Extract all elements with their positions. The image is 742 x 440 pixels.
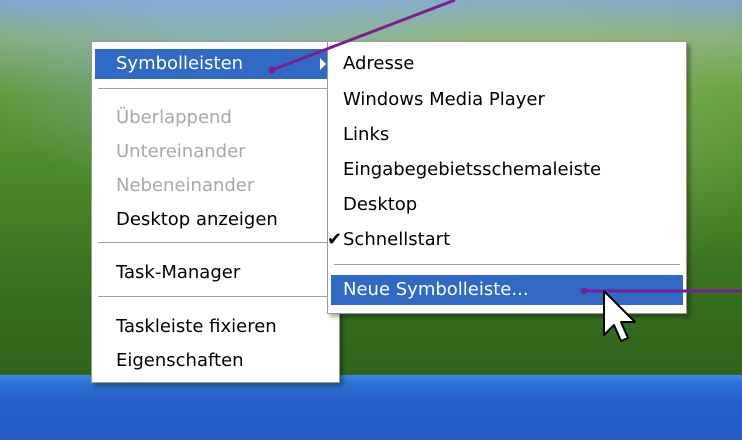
symbolleisten-submenu: Adresse Windows Media Player Links Einga… (327, 41, 687, 314)
menu-separator (98, 88, 333, 90)
menu-item-label: Desktop (343, 194, 418, 215)
menu-item-desktop-anzeigen[interactable]: Desktop anzeigen (95, 205, 336, 235)
menu-item-label: Links (343, 124, 390, 145)
submenu-item-windows-media-player[interactable]: Windows Media Player (331, 85, 683, 115)
taskbar[interactable] (0, 375, 742, 440)
menu-item-symbolleisten[interactable]: Symbolleisten (95, 49, 336, 79)
menu-item-label: Desktop anzeigen (116, 209, 278, 230)
taskbar-context-menu: Symbolleisten Überlappend Untereinander … (91, 41, 340, 383)
menu-separator (98, 296, 333, 298)
menu-item-label: Eigenschaften (116, 350, 244, 371)
menu-item-label: Schnellstart (343, 229, 451, 250)
menu-item-eigenschaften[interactable]: Eigenschaften (95, 346, 336, 376)
menu-item-label: Adresse (343, 53, 415, 74)
check-mark-icon: ✔ (327, 229, 343, 250)
menu-item-nebeneinander: Nebeneinander (95, 171, 336, 201)
submenu-arrow-icon (320, 58, 326, 70)
menu-item-label: Untereinander (116, 141, 246, 162)
menu-item-label: Nebeneinander (116, 175, 255, 196)
submenu-item-neue-symbolleiste[interactable]: Neue Symbolleiste... (331, 275, 683, 305)
menu-item-label: Task-Manager (116, 262, 241, 283)
submenu-item-adresse[interactable]: Adresse (331, 49, 683, 79)
menu-item-label: Symbolleisten (116, 53, 244, 74)
menu-item-label: Taskleiste fixieren (116, 316, 277, 337)
menu-item-task-manager[interactable]: Task-Manager (95, 258, 336, 288)
menu-item-label: Überlappend (116, 107, 232, 128)
menu-item-untereinander: Untereinander (95, 137, 336, 167)
menu-separator (98, 242, 333, 244)
menu-item-label: Eingabegebietsschemaleiste (343, 159, 602, 180)
submenu-item-schnellstart[interactable]: ✔ Schnellstart (327, 225, 683, 255)
submenu-item-links[interactable]: Links (331, 120, 683, 150)
menu-item-label: Windows Media Player (343, 89, 545, 110)
menu-item-label: Neue Symbolleiste... (343, 279, 529, 300)
menu-item-taskleiste-fixieren[interactable]: Taskleiste fixieren (95, 312, 336, 342)
menu-separator (334, 264, 680, 266)
submenu-item-desktop[interactable]: Desktop (331, 190, 683, 220)
submenu-item-eingabegebietsschemaleiste[interactable]: Eingabegebietsschemaleiste (331, 155, 683, 185)
menu-item-ueberlappend: Überlappend (95, 103, 336, 133)
